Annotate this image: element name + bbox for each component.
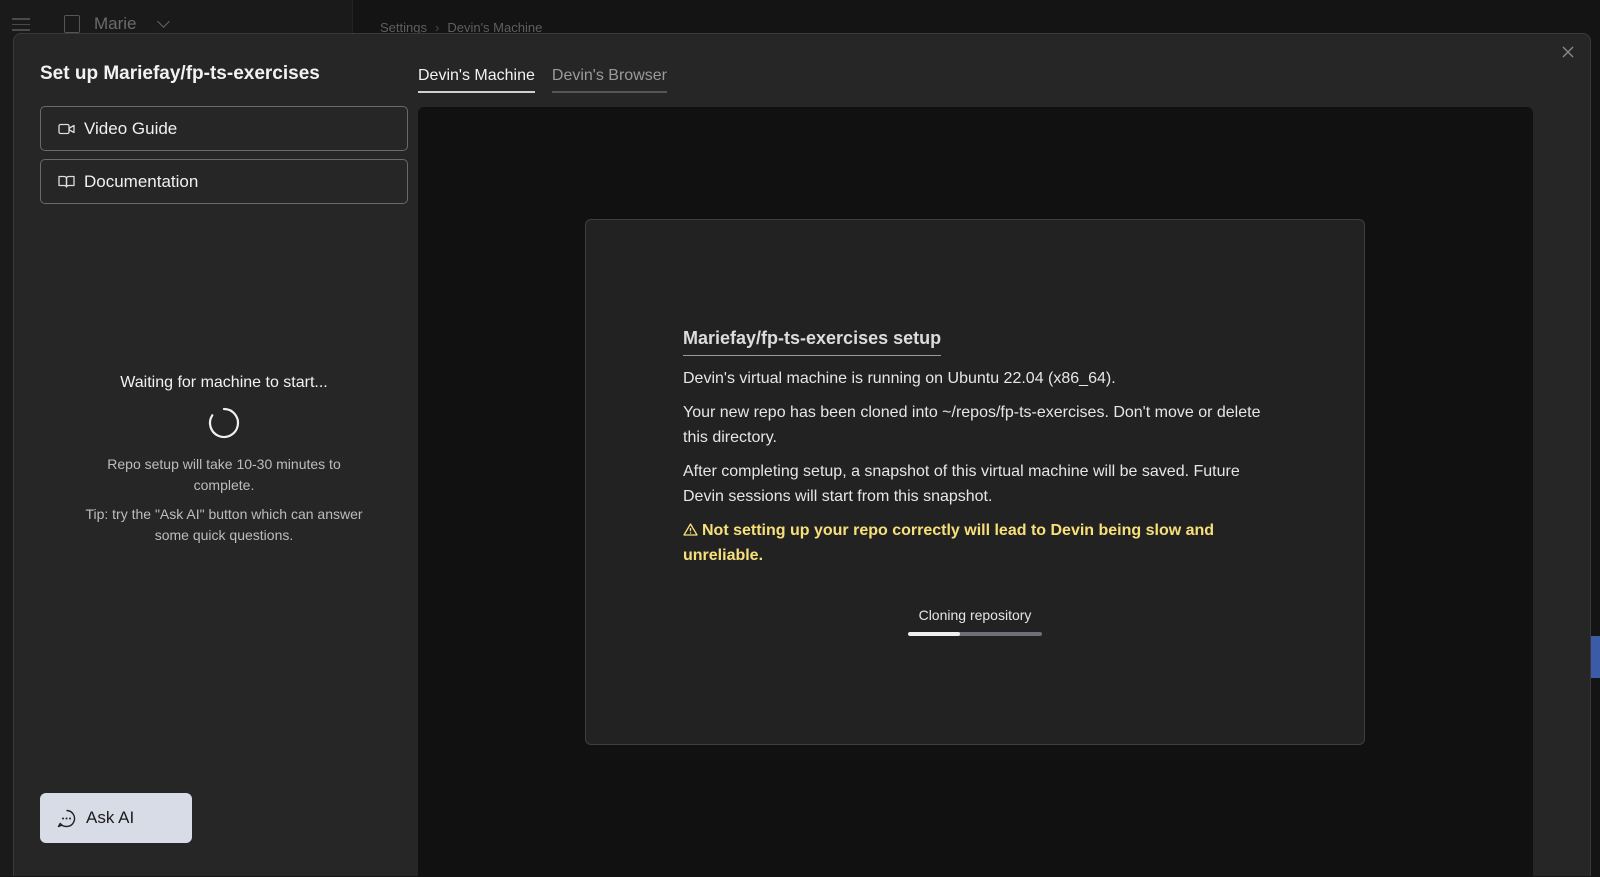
progress-fill [908, 632, 960, 636]
org-name: Marie [94, 14, 137, 34]
tab-devins-machine[interactable]: Devin's Machine [418, 67, 535, 93]
documentation-button[interactable]: Documentation [40, 159, 408, 204]
video-guide-button[interactable]: Video Guide [40, 106, 408, 151]
modal-title: Set up Mariefay/fp-ts-exercises [40, 63, 320, 85]
repo-clone-text: Your new repo has been cloned into ~/rep… [683, 400, 1273, 450]
org-switcher[interactable]: Marie [64, 14, 168, 34]
setup-info-content: Mariefay/fp-ts-exercises setup Devin's v… [683, 328, 1273, 568]
ask-ai-button[interactable]: Ask AI [40, 793, 192, 843]
book-open-icon [58, 175, 75, 188]
clone-progress: Cloning repository [586, 607, 1364, 636]
video-guide-label: Video Guide [84, 119, 177, 139]
repo-setup-modal: Set up Mariefay/fp-ts-exercises Video Gu… [13, 33, 1591, 876]
ask-ai-label: Ask AI [86, 808, 134, 828]
loading-spinner-icon [207, 406, 241, 440]
waiting-title: Waiting for machine to start... [40, 374, 408, 392]
setup-info-card: Mariefay/fp-ts-exercises setup Devin's v… [585, 219, 1365, 745]
setup-card-title: Mariefay/fp-ts-exercises setup [683, 328, 941, 356]
setup-duration-text: Repo setup will take 10-30 minutes to co… [40, 454, 408, 496]
machine-tabs: Devin's Machine Devin's Browser [418, 67, 667, 93]
snapshot-text: After completing setup, a snapshot of th… [683, 459, 1273, 509]
documentation-label: Documentation [84, 172, 198, 192]
tab-devins-browser[interactable]: Devin's Browser [552, 67, 667, 93]
ask-ai-tip: Tip: try the "Ask AI" button which can a… [40, 504, 408, 546]
machine-viewport: Mariefay/fp-ts-exercises setup Devin's v… [418, 107, 1533, 877]
chat-bubble-icon [57, 809, 76, 828]
waiting-status: Waiting for machine to start... Repo set… [40, 374, 408, 546]
menu-icon[interactable] [12, 18, 30, 32]
close-icon [1562, 46, 1574, 58]
warning-text: Not setting up your repo correctly will … [683, 522, 1214, 564]
building-icon [64, 15, 80, 33]
warning-triangle-icon [683, 523, 698, 536]
video-camera-icon [58, 123, 75, 135]
vm-info-text: Devin's virtual machine is running on Ub… [683, 366, 1273, 391]
chevron-down-icon [157, 15, 170, 28]
close-button[interactable] [1558, 42, 1578, 62]
setup-warning: Not setting up your repo correctly will … [683, 518, 1273, 568]
progress-label: Cloning repository [586, 607, 1364, 623]
progress-track [908, 632, 1042, 636]
